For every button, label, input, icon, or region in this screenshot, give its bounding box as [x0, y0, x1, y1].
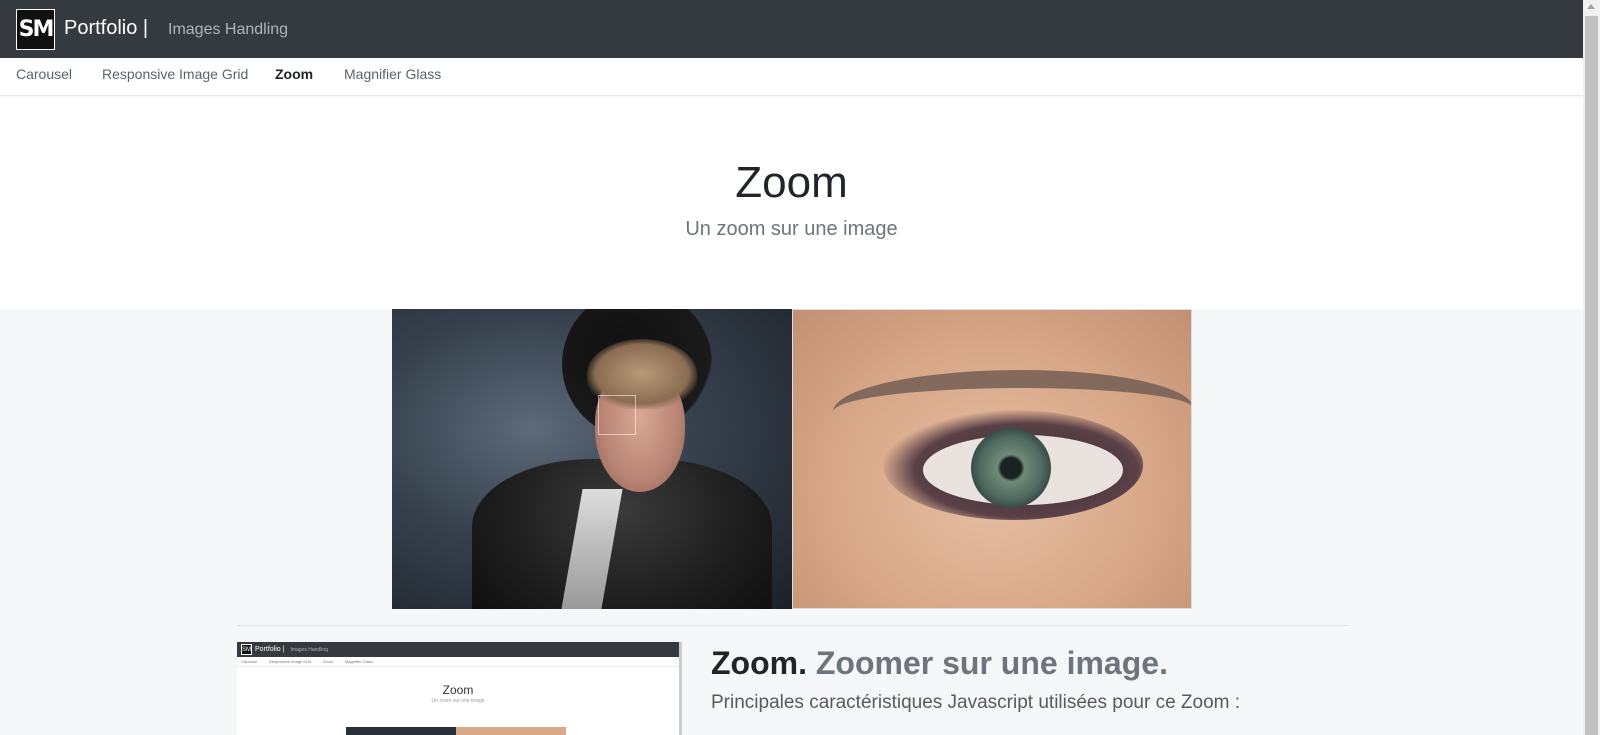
- thumbnail-nav-item: Carousel: [241, 659, 258, 664]
- source-image[interactable]: [392, 309, 792, 609]
- thumbnail-nav-item: Magnifier Glass: [345, 659, 373, 664]
- thumbnail-image: [456, 727, 566, 735]
- thumbnail-logo: SM: [241, 644, 252, 655]
- nav-item-zoom[interactable]: Zoom: [275, 66, 313, 82]
- feature-heading: Zoom. Zoomer sur une image.: [711, 645, 1168, 682]
- thumbnail-title: Zoom: [442, 683, 474, 697]
- image-detail: [971, 428, 1051, 508]
- feature-description: Principales caractéristiques Javascript …: [711, 692, 1241, 713]
- nav-item-carousel[interactable]: Carousel: [16, 66, 72, 82]
- section-divider: [237, 625, 1348, 626]
- brand-link[interactable]: Portfolio |: [64, 17, 148, 40]
- zoom-result-image: [792, 309, 1192, 609]
- secondary-nav: Carousel Responsive Image Grid Zoom Magn…: [0, 58, 1583, 96]
- thumbnail-nav-item: Responsive Image Grid: [269, 659, 311, 664]
- scroll-up-arrow-icon[interactable]: [1587, 4, 1595, 9]
- zoom-lens[interactable]: [598, 395, 636, 435]
- thumbnail-subtitle: Un zoom sur une image: [431, 698, 485, 704]
- thumbnail-nav-item: Zoom: [322, 659, 334, 664]
- project-thumbnail[interactable]: SM Portfolio | Images Handling Carousel …: [237, 642, 679, 735]
- thumbnail-nav: Carousel Responsive Image Grid Zoom Magn…: [237, 657, 679, 667]
- vertical-scrollbar[interactable]: [1583, 0, 1600, 735]
- feature-heading-strong: Zoom.: [711, 645, 807, 681]
- brand-subtitle: Images Handling: [168, 21, 289, 38]
- thumbnail-image: [346, 727, 456, 735]
- scrollbar-thumb[interactable]: [1585, 16, 1598, 735]
- feature-heading-muted: Zoomer sur une image.: [815, 645, 1168, 681]
- nav-item-responsive-image-grid[interactable]: Responsive Image Grid: [102, 66, 248, 82]
- page-title: Zoom: [735, 158, 848, 207]
- page-subtitle: Un zoom sur une image: [685, 218, 898, 240]
- thumbnail-navbar: SM Portfolio | Images Handling: [237, 642, 679, 657]
- nav-item-magnifier-glass[interactable]: Magnifier Glass: [344, 66, 441, 82]
- thumbnail-brand-subtitle: Images Handling: [290, 646, 328, 653]
- top-navbar: SM Portfolio | Images Handling: [0, 0, 1583, 58]
- sm-logo[interactable]: SM: [16, 9, 55, 50]
- thumbnail-brand: Portfolio |: [255, 646, 285, 653]
